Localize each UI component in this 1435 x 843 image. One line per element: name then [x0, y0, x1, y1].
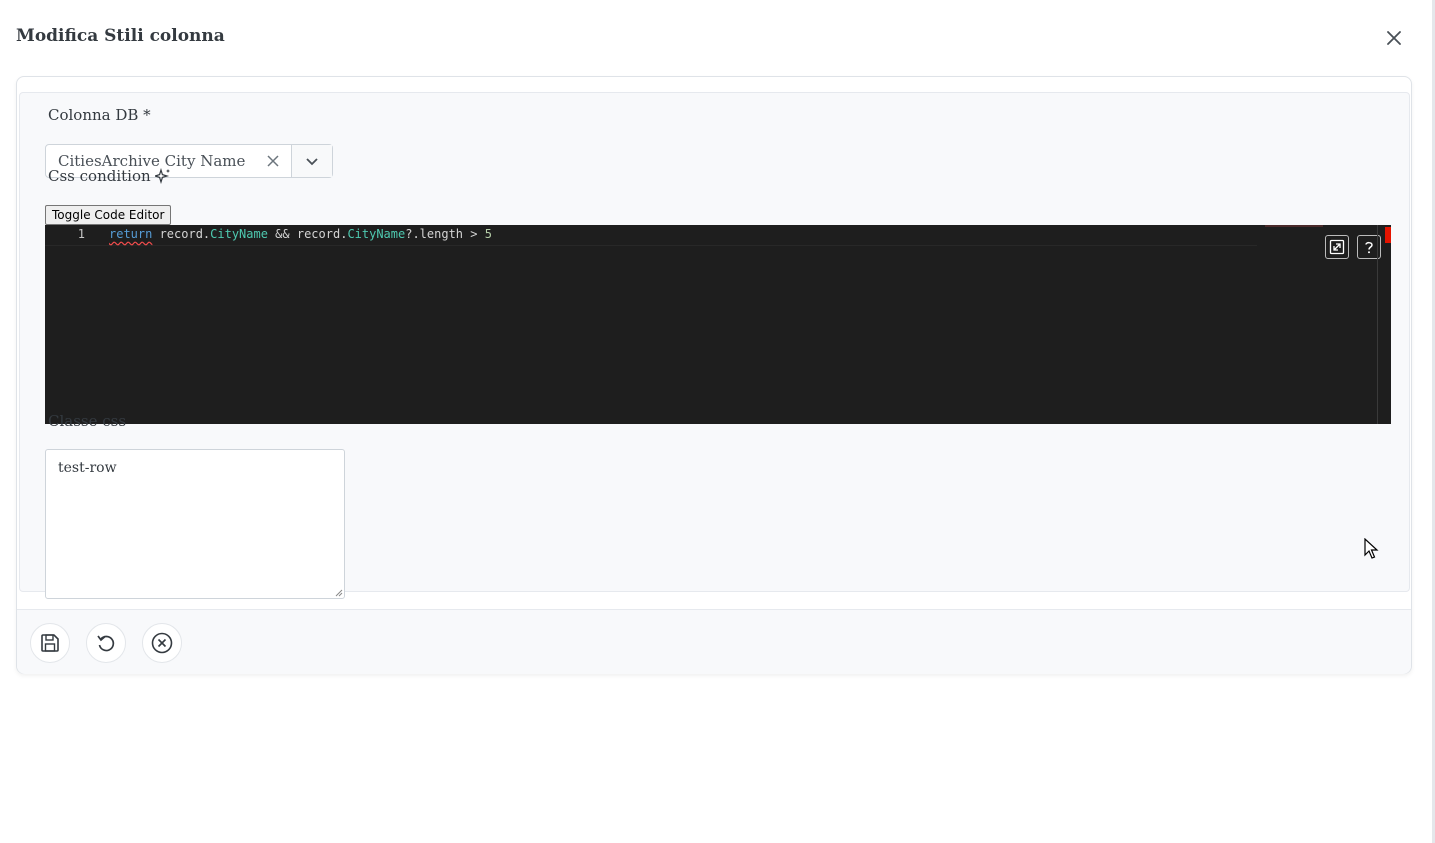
minimap: [1265, 225, 1323, 227]
code-number: 5: [484, 227, 492, 241]
css-class-textarea[interactable]: test-row: [45, 449, 345, 599]
editor-scrollbar[interactable]: [1377, 225, 1378, 424]
dialog-title: Modifica Stili colonna: [16, 26, 225, 46]
save-icon: [41, 634, 59, 652]
undo-button[interactable]: [86, 623, 126, 663]
expand-editor-button[interactable]: [1325, 235, 1349, 259]
error-marker: [1385, 227, 1391, 243]
css-condition-label: Css condition: [48, 167, 151, 185]
code-part-3: ?.length >: [405, 227, 485, 241]
form-panel: Colonna DB * CitiesArchive City Name Css…: [19, 92, 1410, 599]
db-column-label: Colonna DB *: [48, 106, 151, 124]
close-icon: [1387, 31, 1401, 45]
css-class-label: Classe css: [48, 412, 127, 430]
line-number: 1: [77, 227, 85, 241]
css-condition-label-row: Css condition: [48, 167, 171, 185]
editor-toolbar: [1325, 235, 1381, 259]
chevron-down-icon: [306, 158, 318, 166]
toggle-code-editor-button[interactable]: Toggle Code Editor: [45, 205, 172, 225]
code-part-2: && record.: [267, 227, 348, 241]
edit-card: Colonna DB * CitiesArchive City Name Css…: [16, 76, 1412, 674]
code-property-2: CityName: [347, 227, 406, 241]
code-editor[interactable]: 1 return record.CityName && record.CityN…: [45, 225, 1391, 424]
clear-icon: [267, 155, 279, 167]
code-property-1: CityName: [210, 227, 268, 241]
undo-icon: [97, 635, 115, 652]
clear-button[interactable]: [255, 145, 291, 177]
code-part-1: record.: [152, 227, 211, 241]
save-button[interactable]: [30, 623, 70, 663]
cancel-circle-icon: [151, 632, 173, 654]
code-keyword: return: [109, 227, 153, 241]
resize-grip-icon[interactable]: [335, 589, 343, 597]
cancel-button[interactable]: [142, 623, 182, 663]
code-text[interactable]: return record.CityName && record.CityNam…: [109, 227, 492, 241]
mouse-cursor-icon: [1364, 538, 1379, 559]
dropdown-button[interactable]: [291, 145, 332, 177]
help-icon: [1365, 241, 1373, 254]
close-button[interactable]: [1380, 24, 1408, 52]
sparkles-icon[interactable]: [154, 168, 171, 184]
code-line: 1 return record.CityName && record.CityN…: [45, 225, 1257, 246]
expand-icon: [1329, 239, 1345, 255]
css-class-value: test-row: [58, 460, 117, 476]
action-footer: [17, 609, 1411, 674]
